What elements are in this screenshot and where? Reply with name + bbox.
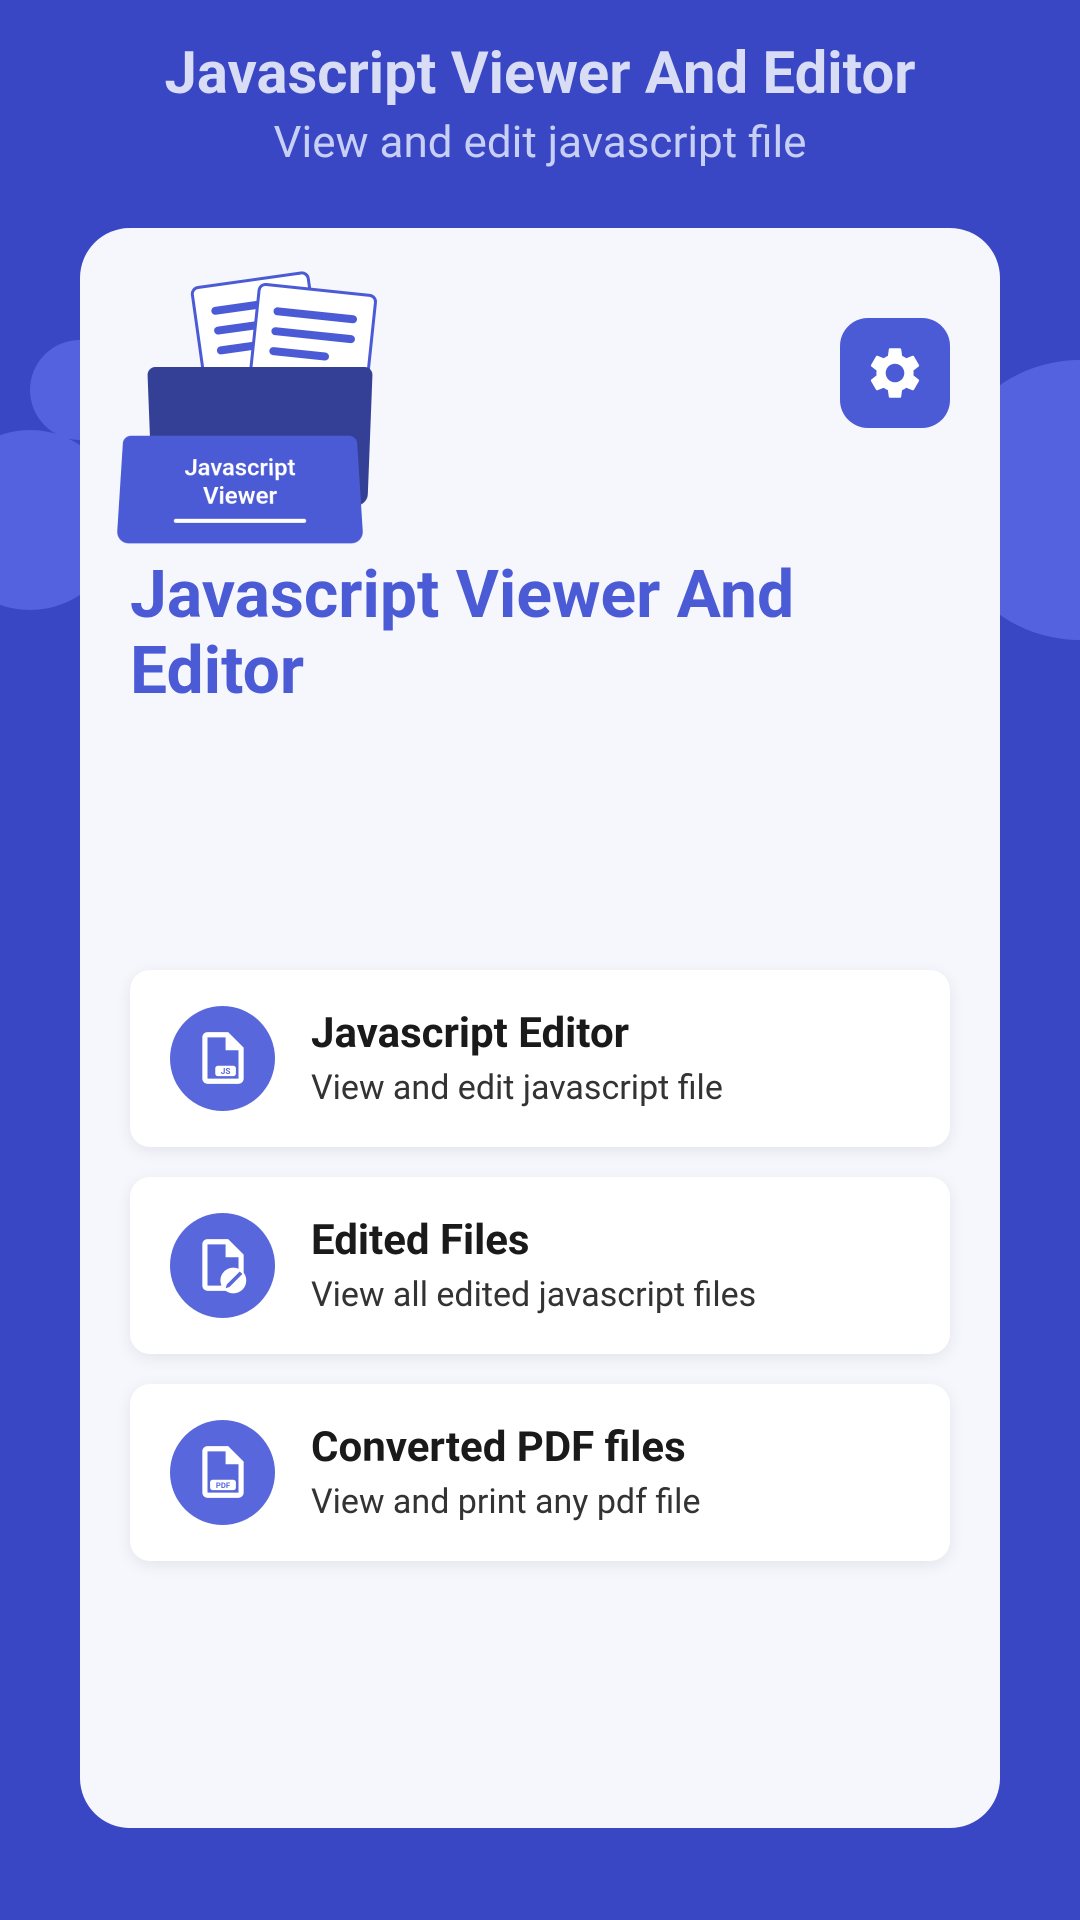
main-card: JavascriptViewer Javascript Viewer And E…	[80, 228, 1000, 1828]
menu-item-title: Javascript Editor	[311, 1009, 723, 1058]
js-file-icon: JS	[170, 1006, 275, 1111]
menu-item-subtitle: View and edit javascript file	[311, 1068, 723, 1108]
page-title: Javascript Viewer And Editor	[20, 40, 1060, 108]
menu-item-subtitle: View all edited javascript files	[311, 1275, 756, 1315]
svg-text:JS: JS	[220, 1067, 230, 1077]
card-title: Javascript Viewer And Editor	[130, 558, 950, 710]
pdf-file-icon: PDF	[170, 1420, 275, 1525]
file-edit-icon	[170, 1213, 275, 1318]
menu-item-title: Edited Files	[311, 1216, 756, 1265]
page-header: Javascript Viewer And Editor View and ed…	[0, 0, 1080, 198]
svg-text:PDF: PDF	[215, 1481, 230, 1490]
menu-item-subtitle: View and print any pdf file	[311, 1482, 700, 1522]
folder-label: JavascriptViewer	[183, 455, 296, 511]
menu-item-javascript-editor[interactable]: JS Javascript Editor View and edit javas…	[130, 970, 950, 1147]
folder-front-icon: JavascriptViewer	[116, 436, 363, 544]
folder-illustration: JavascriptViewer	[130, 278, 390, 538]
menu-item-converted-pdf[interactable]: PDF Converted PDF files View and print a…	[130, 1384, 950, 1561]
menu-item-title: Converted PDF files	[311, 1423, 700, 1472]
settings-button[interactable]	[840, 318, 950, 428]
page-subtitle: View and edit javascript file	[20, 116, 1060, 168]
gear-icon	[864, 342, 926, 404]
menu-item-edited-files[interactable]: Edited Files View all edited javascript …	[130, 1177, 950, 1354]
